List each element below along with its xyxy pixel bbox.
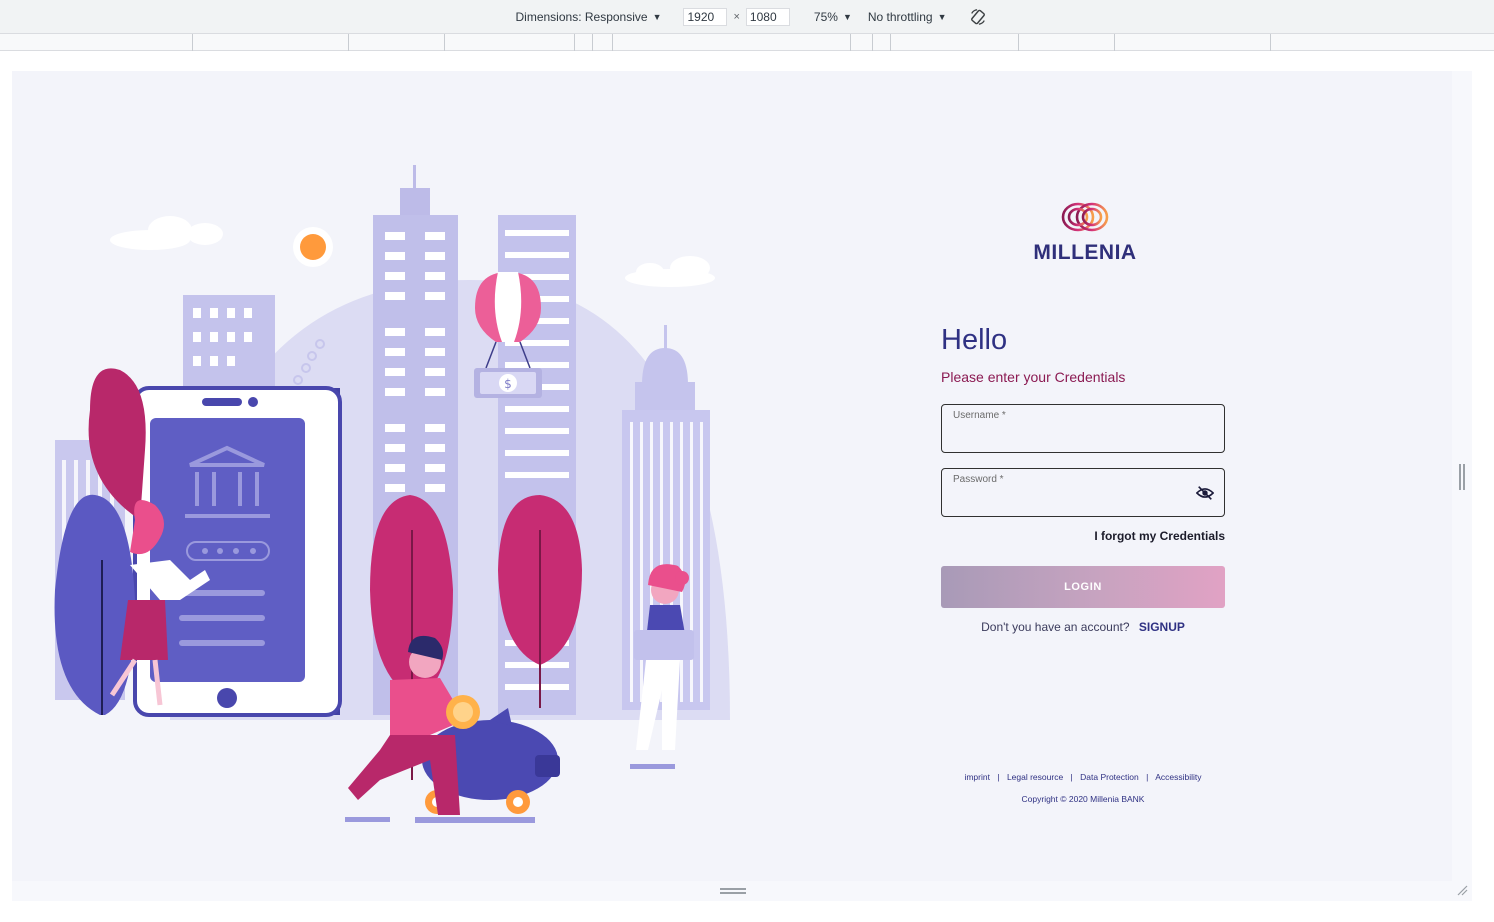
ruler-tick [890, 34, 891, 51]
ruler-tick [1018, 34, 1019, 51]
resize-corner-icon[interactable] [1456, 884, 1468, 896]
chevron-down-icon: ▼ [652, 11, 662, 22]
ruler-tick [612, 34, 613, 51]
signup-row: Don't you have an account? SIGNUP [941, 620, 1225, 634]
resize-handle-right[interactable] [1459, 464, 1465, 490]
resize-handle-bottom[interactable] [720, 888, 746, 894]
ruler-tick [872, 34, 873, 51]
viewport-height-input[interactable] [745, 7, 790, 26]
forgot-credentials-link[interactable]: I forgot my Credentials [1060, 529, 1225, 543]
copyright: Copyright © 2020 Millenia BANK [1021, 794, 1145, 804]
no-account-text: Don't you have an account? [981, 620, 1130, 634]
footer-link-legal[interactable]: Legal resource [1007, 772, 1063, 782]
login-subtitle: Please enter your Credentials [941, 369, 1126, 385]
devtools-device-toolbar: Dimensions: Responsive ▼ × 75% ▼ No thro… [0, 0, 1494, 34]
ruler-tick [1114, 34, 1115, 51]
chevron-down-icon: ▼ [937, 11, 947, 22]
login-button[interactable]: LOGIN [941, 566, 1225, 608]
username-field[interactable]: Username * [941, 404, 1225, 453]
password-label: Password * [953, 474, 1004, 485]
times-icon: × [733, 10, 740, 23]
media-query-ruler[interactable] [0, 34, 1494, 51]
footer-link-data-protection[interactable]: Data Protection [1080, 772, 1139, 782]
ruler-tick [592, 34, 593, 51]
signup-link[interactable]: SIGNUP [1139, 620, 1185, 634]
footer-separator: | [1146, 772, 1149, 782]
ruler-tick [348, 34, 349, 51]
svg-text:$: $ [504, 377, 512, 391]
ruler-tick [192, 34, 193, 51]
footer-separator: | [1070, 772, 1073, 782]
ruler-tick [1270, 34, 1271, 51]
viewport-width-input[interactable] [683, 7, 728, 26]
throttling-label: No throttling [867, 9, 933, 24]
banking-city-illustration: $ [54, 165, 730, 823]
throttling-dropdown[interactable]: No throttling ▼ [868, 10, 947, 24]
millenia-logo-icon [1061, 202, 1109, 232]
password-field[interactable]: Password * [941, 468, 1225, 517]
rotate-icon[interactable] [969, 8, 987, 26]
zoom-label: 75% [813, 9, 838, 24]
footer-links: imprint | Legal resource | Data Protecti… [941, 772, 1225, 782]
ruler-tick [850, 34, 851, 51]
dimensions-dropdown[interactable]: Dimensions: Responsive ▼ [516, 10, 662, 24]
millenia-logo: MILLENIA [1030, 200, 1140, 266]
ruler-tick [574, 34, 575, 51]
dimensions-label: Dimensions: Responsive [515, 9, 648, 24]
page-title: Hello [941, 324, 1008, 356]
footer-separator: | [997, 772, 1000, 782]
chevron-down-icon: ▼ [842, 11, 852, 22]
zoom-dropdown[interactable]: 75% ▼ [814, 10, 852, 24]
ruler-tick [444, 34, 445, 51]
eye-slash-icon[interactable] [1196, 485, 1214, 501]
username-label: Username * [953, 410, 1006, 421]
footer-link-accessibility[interactable]: Accessibility [1155, 772, 1201, 782]
brand-name: MILLENIA [1033, 241, 1137, 264]
footer-link-imprint[interactable]: imprint [964, 772, 990, 782]
